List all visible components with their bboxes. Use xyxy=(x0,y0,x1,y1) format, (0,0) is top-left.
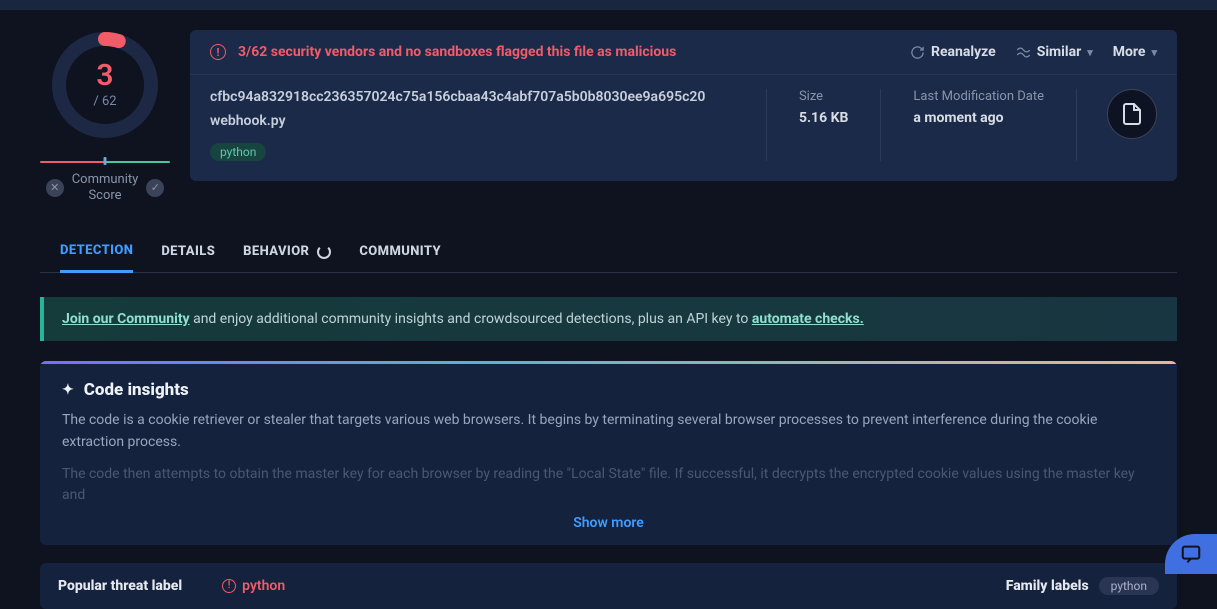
alert-icon: ! xyxy=(210,44,226,60)
threat-label: Popular threat label xyxy=(58,578,182,594)
divider xyxy=(880,89,881,161)
summary-card: ! 3/62 security vendors and no sandboxes… xyxy=(190,30,1177,181)
tab-details[interactable]: DETAILS xyxy=(161,233,215,272)
chevron-down-icon: ▾ xyxy=(1151,46,1157,59)
family-pill[interactable]: python xyxy=(1099,577,1159,595)
alert-text: 3/62 security vendors and no sandboxes f… xyxy=(238,44,910,60)
tabs: DETECTION DETAILS BEHAVIOR COMMUNITY xyxy=(40,233,1177,273)
top-bar xyxy=(0,0,1217,10)
score-number: 3 xyxy=(96,61,113,91)
tag-python[interactable]: python xyxy=(210,143,266,161)
threat-value[interactable]: ! python xyxy=(222,578,285,594)
banner-text: and enjoy additional community insights … xyxy=(190,311,752,327)
tab-detection[interactable]: DETECTION xyxy=(60,233,133,273)
modified-block: Last Modification Date a moment ago xyxy=(903,89,1054,161)
code-insights-card: ✦ Code insights The code is a cookie ret… xyxy=(40,361,1177,545)
tab-community[interactable]: COMMUNITY xyxy=(359,233,441,272)
more-button[interactable]: More ▾ xyxy=(1113,44,1157,60)
tab-behavior[interactable]: BEHAVIOR xyxy=(243,233,331,272)
modified-value: a moment ago xyxy=(913,110,1044,126)
size-label: Size xyxy=(799,89,848,104)
threat-row: Popular threat label ! python Family lab… xyxy=(40,563,1177,609)
alert-row: ! 3/62 security vendors and no sandboxes… xyxy=(190,30,1177,75)
divider xyxy=(766,89,767,161)
community-banner: Join our Community and enjoy additional … xyxy=(40,297,1177,341)
insights-title: Code insights xyxy=(84,380,189,400)
reanalyze-label: Reanalyze xyxy=(931,44,996,60)
similar-button[interactable]: Similar ▾ xyxy=(1016,44,1093,60)
detection-gauge: 3 / 62 xyxy=(50,30,160,140)
tab-behavior-label: BEHAVIOR xyxy=(243,244,309,259)
similar-label: Similar xyxy=(1037,44,1081,60)
more-label: More xyxy=(1113,44,1146,60)
reputation-slider xyxy=(40,158,170,164)
reanalyze-button[interactable]: Reanalyze xyxy=(910,44,996,60)
loading-spinner-icon xyxy=(317,245,331,259)
check-icon: ✓ xyxy=(146,179,164,197)
divider xyxy=(1076,89,1077,161)
family-label: Family labels xyxy=(1006,578,1089,594)
automate-checks-link[interactable]: automate checks. xyxy=(752,311,864,327)
refresh-icon xyxy=(910,45,925,60)
chat-icon xyxy=(1180,543,1202,565)
file-hash: cfbc94a832918cc236357024c75a156cbaa43c4a… xyxy=(210,89,744,105)
show-more-button[interactable]: Show more xyxy=(62,515,1155,531)
community-score: ✕ CommunityScore ✓ xyxy=(46,172,165,203)
insights-paragraph-1: The code is a cookie retriever or steale… xyxy=(62,410,1155,453)
size-block: Size 5.16 KB xyxy=(789,89,858,161)
sparkle-icon: ✦ xyxy=(62,382,74,398)
chevron-down-icon: ▾ xyxy=(1087,46,1093,59)
file-name: webhook.py xyxy=(210,113,744,129)
insights-paragraph-2: The code then attempts to obtain the mas… xyxy=(62,464,1155,507)
community-score-label: CommunityScore xyxy=(72,172,139,203)
size-value: 5.16 KB xyxy=(799,110,848,126)
similar-icon xyxy=(1016,46,1031,59)
join-community-link[interactable]: Join our Community xyxy=(62,311,190,327)
score-sidebar: 3 / 62 ✕ CommunityScore ✓ xyxy=(40,30,170,203)
threat-value-text: python xyxy=(242,578,285,594)
document-icon xyxy=(1120,102,1144,126)
close-icon: ✕ xyxy=(46,179,64,197)
score-total: / 62 xyxy=(93,94,116,109)
family-block: Family labels python xyxy=(1006,577,1159,595)
modified-label: Last Modification Date xyxy=(913,89,1044,104)
file-type-icon xyxy=(1107,89,1157,139)
alert-icon: ! xyxy=(222,579,236,593)
